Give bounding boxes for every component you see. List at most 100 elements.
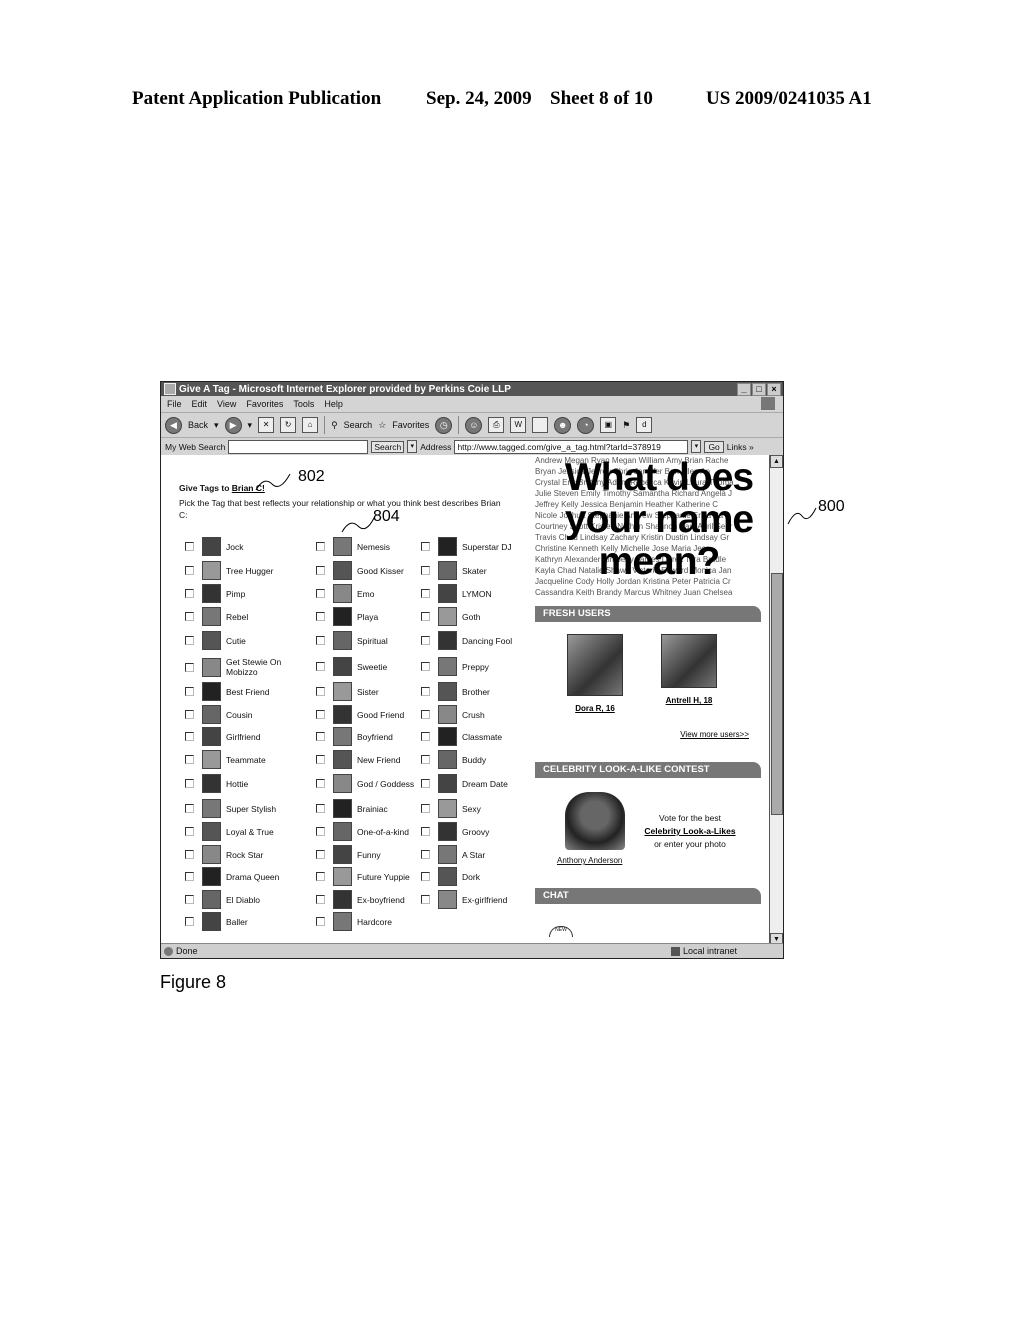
tag-badge-icon[interactable] — [333, 912, 352, 931]
home-icon[interactable]: ⌂ — [302, 417, 319, 433]
tag-badge-icon[interactable] — [438, 750, 457, 769]
tag-option[interactable]: Superstar DJ — [421, 537, 526, 556]
view-more-users-link[interactable]: View more users>> — [680, 730, 749, 739]
tag-checkbox[interactable] — [316, 779, 325, 788]
tag-checkbox[interactable] — [316, 895, 325, 904]
tag-badge-icon[interactable] — [202, 584, 221, 603]
tag-checkbox[interactable] — [185, 779, 194, 788]
tag-option[interactable]: Brother — [421, 682, 526, 701]
tag-checkbox[interactable] — [185, 827, 194, 836]
tag-checkbox[interactable] — [421, 710, 430, 719]
tag-badge-icon[interactable] — [333, 867, 352, 886]
tag-checkbox[interactable] — [316, 566, 325, 575]
tag-checkbox[interactable] — [421, 779, 430, 788]
tag-badge-icon[interactable] — [202, 561, 221, 580]
tag-checkbox[interactable] — [421, 850, 430, 859]
search-toolbar-button[interactable]: Search — [344, 420, 373, 430]
tag-badge-icon[interactable] — [438, 657, 457, 676]
web-search-input[interactable] — [228, 439, 369, 454]
tag-checkbox[interactable] — [185, 850, 194, 859]
tag-badge-icon[interactable] — [333, 537, 352, 556]
links-button[interactable]: Links » — [727, 442, 754, 452]
history-icon[interactable]: ◷ — [435, 416, 453, 434]
tag-badge-icon[interactable] — [202, 799, 221, 818]
tag-option[interactable]: Nemesis — [316, 537, 421, 556]
tag-badge-icon[interactable] — [438, 867, 457, 886]
tag-checkbox[interactable] — [316, 850, 325, 859]
celebrity-photo[interactable] — [565, 792, 625, 850]
scroll-up-icon[interactable]: ▲ — [770, 455, 783, 468]
scroll-thumb[interactable] — [771, 573, 783, 815]
tag-option[interactable]: Crush — [421, 705, 526, 724]
stop-icon[interactable]: ✕ — [258, 417, 275, 433]
tag-badge-icon[interactable] — [333, 682, 352, 701]
tag-option[interactable]: Preppy — [421, 657, 526, 676]
tag-checkbox[interactable] — [316, 589, 325, 598]
tag-badge-icon[interactable] — [202, 822, 221, 841]
chat-new-badge[interactable]: NEW — [549, 926, 573, 937]
celebrity-look-a-likes-link[interactable]: Celebrity Look-a-Likes — [635, 825, 745, 838]
tag-checkbox[interactable] — [185, 589, 194, 598]
tag-checkbox[interactable] — [185, 755, 194, 764]
tag-option[interactable]: Hardcore — [316, 912, 421, 931]
tag-checkbox[interactable] — [316, 662, 325, 671]
tag-option[interactable]: Skater — [421, 561, 526, 580]
close-button[interactable]: × — [767, 383, 781, 396]
flag-icon[interactable]: ⚑ — [622, 420, 630, 431]
tag-badge-icon[interactable] — [202, 912, 221, 931]
tag-option[interactable]: God / Goddess — [316, 774, 421, 793]
tag-option[interactable]: Teammate — [185, 750, 290, 769]
tag-badge-icon[interactable] — [333, 657, 352, 676]
monitor-icon[interactable]: ▣ — [600, 417, 617, 433]
tag-badge-icon[interactable] — [438, 890, 457, 909]
tag-option[interactable]: Hottie — [185, 774, 290, 793]
menu-help[interactable]: Help — [324, 399, 343, 409]
refresh-icon[interactable]: ↻ — [280, 417, 297, 433]
tag-checkbox[interactable] — [421, 827, 430, 836]
tag-option[interactable]: Ex-girlfriend — [421, 890, 526, 909]
tag-checkbox[interactable] — [185, 710, 194, 719]
minimize-button[interactable]: _ — [737, 383, 751, 396]
tag-checkbox[interactable] — [421, 662, 430, 671]
tag-badge-icon[interactable] — [333, 845, 352, 864]
contacts-icon[interactable]: ☻ — [554, 416, 572, 434]
tag-checkbox[interactable] — [185, 662, 194, 672]
tag-checkbox[interactable] — [316, 827, 325, 836]
tag-option[interactable]: Spiritual — [316, 631, 421, 650]
tag-badge-icon[interactable] — [202, 537, 221, 556]
tag-badge-icon[interactable] — [333, 705, 352, 724]
user-photo[interactable] — [661, 634, 717, 688]
tag-badge-icon[interactable] — [438, 845, 457, 864]
back-dropdown-icon[interactable]: ▾ — [214, 420, 219, 431]
tag-checkbox[interactable] — [185, 895, 194, 904]
tag-option[interactable]: LYMON — [421, 584, 526, 603]
tag-badge-icon[interactable] — [438, 682, 457, 701]
tag-badge-icon[interactable] — [333, 727, 352, 746]
favorites-button[interactable]: Favorites — [392, 420, 429, 430]
maximize-button[interactable]: □ — [752, 383, 766, 396]
tag-checkbox[interactable] — [185, 612, 194, 621]
tag-option[interactable]: Best Friend — [185, 682, 290, 701]
tag-option[interactable]: Classmate — [421, 727, 526, 746]
tag-checkbox[interactable] — [421, 895, 430, 904]
tag-badge-icon[interactable] — [438, 561, 457, 580]
tag-badge-icon[interactable] — [438, 537, 457, 556]
tag-option[interactable]: Sister — [316, 682, 421, 701]
tag-badge-icon[interactable] — [202, 750, 221, 769]
tag-badge-icon[interactable] — [333, 890, 352, 909]
address-input[interactable]: http://www.tagged.com/give_a_tag.html?ta… — [454, 439, 689, 454]
menu-view[interactable]: View — [217, 399, 236, 409]
tag-option[interactable]: Playa — [316, 607, 421, 626]
tag-option[interactable]: Dancing Fool — [421, 631, 526, 650]
tag-option[interactable]: Dream Date — [421, 774, 526, 793]
user-card[interactable]: Antrell H, 18 — [661, 634, 717, 705]
user-name-link[interactable]: Antrell H, 18 — [661, 696, 717, 705]
tag-badge-icon[interactable] — [438, 705, 457, 724]
tag-checkbox[interactable] — [316, 872, 325, 881]
name-meaning-headline[interactable]: What does your name mean? — [559, 457, 759, 583]
tag-checkbox[interactable] — [421, 566, 430, 575]
tag-checkbox[interactable] — [185, 804, 194, 813]
clock-icon[interactable]: ◔ — [577, 416, 595, 434]
user-photo[interactable] — [567, 634, 623, 696]
tag-checkbox[interactable] — [316, 804, 325, 813]
